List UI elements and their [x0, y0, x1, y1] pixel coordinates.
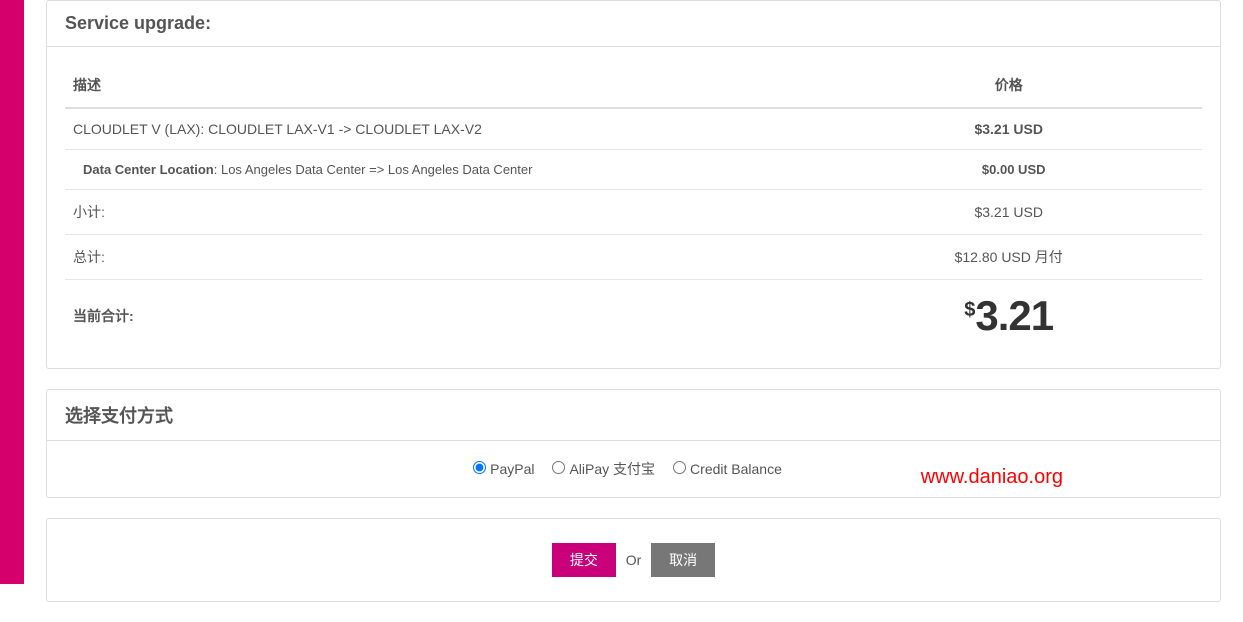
- payment-options: PayPal AliPay 支付宝 Credit Balance: [473, 459, 794, 479]
- col-header-description: 描述: [65, 63, 815, 108]
- total-value: $12.80 USD 月付: [815, 235, 1202, 280]
- service-upgrade-title: Service upgrade:: [47, 1, 1220, 47]
- table-row: Data Center Location: Los Angeles Data C…: [65, 150, 1202, 190]
- radio-alipay[interactable]: [552, 461, 565, 474]
- service-upgrade-body: 描述 价格 CLOUDLET V (LAX): CLOUDLET LAX-V1 …: [47, 47, 1220, 368]
- payment-option-alipay[interactable]: AliPay 支付宝: [552, 459, 655, 479]
- payment-option-credit[interactable]: Credit Balance: [673, 461, 782, 477]
- cancel-button[interactable]: 取消: [651, 543, 715, 577]
- payment-method-body: PayPal AliPay 支付宝 Credit Balance: [47, 441, 1220, 497]
- subitem-price: $0.00 USD: [815, 150, 1202, 190]
- total-label: 总计:: [65, 235, 815, 280]
- service-upgrade-panel: Service upgrade: 描述 价格 CLOUDLET V (LAX):…: [46, 0, 1221, 369]
- item-description: CLOUDLET V (LAX): CLOUDLET LAX-V1 -> CLO…: [65, 108, 815, 150]
- radio-paypal[interactable]: [473, 461, 486, 474]
- current-total-label: 当前合计:: [65, 280, 815, 353]
- subitem-value: : Los Angeles Data Center => Los Angeles…: [214, 162, 533, 177]
- or-text: Or: [626, 552, 642, 568]
- current-total-currency: $: [964, 299, 975, 321]
- total-row: 总计: $12.80 USD 月付: [65, 235, 1202, 280]
- item-price: $3.21 USD: [815, 108, 1202, 150]
- current-total-row: 当前合计: $3.21: [65, 280, 1202, 353]
- payment-method-title: 选择支付方式: [47, 390, 1220, 441]
- subtotal-label: 小计:: [65, 190, 815, 235]
- subtotal-row: 小计: $3.21 USD: [65, 190, 1202, 235]
- subtotal-value: $3.21 USD: [815, 190, 1202, 235]
- current-total-amount: 3.21: [975, 292, 1053, 339]
- subitem-description: Data Center Location: Los Angeles Data C…: [65, 150, 815, 190]
- sidebar-stripe: [0, 0, 24, 584]
- main-content: Service upgrade: 描述 价格 CLOUDLET V (LAX):…: [24, 0, 1243, 602]
- action-panel-body: 提交 Or 取消: [47, 519, 1220, 601]
- credit-label: Credit Balance: [690, 461, 782, 477]
- col-header-price: 价格: [815, 63, 1202, 108]
- upgrade-table: 描述 价格 CLOUDLET V (LAX): CLOUDLET LAX-V1 …: [65, 63, 1202, 352]
- subitem-label: Data Center Location: [83, 162, 214, 177]
- action-panel: 提交 Or 取消: [46, 518, 1221, 602]
- paypal-label: PayPal: [490, 461, 534, 477]
- payment-method-panel: 选择支付方式 PayPal AliPay 支付宝 Credit Balance: [46, 389, 1221, 498]
- submit-button[interactable]: 提交: [552, 543, 616, 577]
- radio-credit[interactable]: [673, 461, 686, 474]
- current-total-value: $3.21: [815, 280, 1202, 353]
- alipay-label: AliPay 支付宝: [569, 461, 655, 477]
- table-row: CLOUDLET V (LAX): CLOUDLET LAX-V1 -> CLO…: [65, 108, 1202, 150]
- payment-option-paypal[interactable]: PayPal: [473, 461, 534, 477]
